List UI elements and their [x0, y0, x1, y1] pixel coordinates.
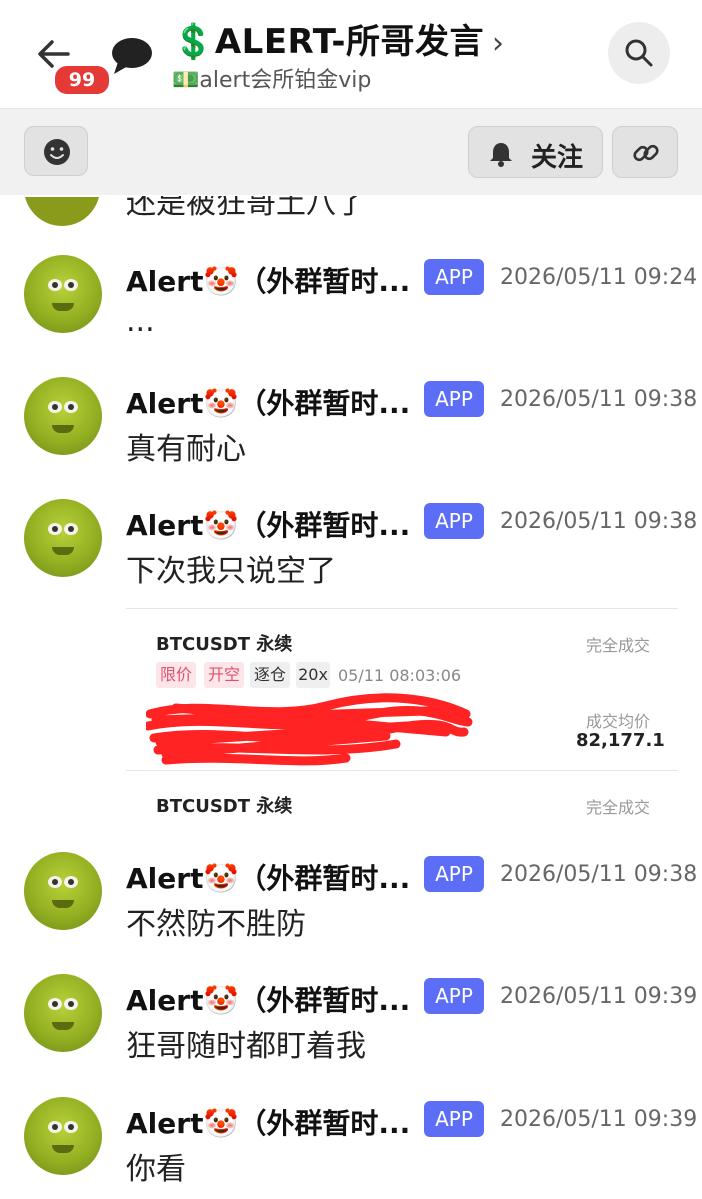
message-text: 狂哥随时都盯着我: [126, 1029, 366, 1064]
trade-status: 完全成交: [586, 636, 651, 655]
search-icon: [625, 39, 653, 67]
tag-open-short: 开空: [204, 662, 244, 688]
chat-title-text: 💲ALERT-所哥发言: [172, 22, 484, 62]
chat-bubble-icon[interactable]: [110, 36, 154, 76]
app-badge: APP: [424, 381, 484, 417]
message-timestamp: 2026/05/11 09:38: [500, 509, 698, 534]
message-timestamp: 2026/05/11 09:38: [500, 387, 698, 412]
emoji-button[interactable]: [24, 126, 88, 176]
message-timestamp: 2026/05/11 09:24: [500, 265, 698, 290]
chevron-right-icon: ›: [492, 26, 505, 61]
sender-name[interactable]: Alert🤡（外群暂时...: [126, 857, 410, 897]
message-text: 真有耐心: [126, 432, 246, 467]
sender-name[interactable]: Alert🤡（外群暂时...: [126, 504, 410, 544]
app-badge: APP: [424, 503, 484, 539]
avatar[interactable]: [24, 499, 102, 577]
trade-status: 完全成交: [586, 798, 651, 817]
trade-pair: BTCUSDT 永续: [156, 634, 293, 655]
chat-header: 99 💲ALERT-所哥发言 › 💵alert会所铂金vip: [0, 0, 702, 109]
message-timestamp: 2026/05/11 09:39: [500, 1107, 698, 1132]
message-text: 你看: [126, 1152, 186, 1187]
message-text: 下次我只说空了: [126, 554, 336, 589]
share-link-button[interactable]: [612, 126, 678, 178]
search-button[interactable]: [608, 22, 670, 84]
sender-name[interactable]: Alert🤡（外群暂时...: [126, 1102, 410, 1142]
trade-datetime: 05/11 08:03:06: [338, 666, 462, 685]
avatar[interactable]: [24, 255, 102, 333]
avatar[interactable]: [24, 852, 102, 930]
sender-name[interactable]: Alert🤡（外群暂时...: [126, 260, 410, 300]
bell-icon: [490, 143, 512, 167]
message-text: ...: [126, 304, 155, 339]
trade-pair: BTCUSDT 永续: [156, 796, 293, 817]
avatar[interactable]: [24, 1097, 102, 1175]
redaction-scribble: [146, 693, 473, 766]
avg-price-value: 82,177.1: [576, 730, 665, 751]
divider: [126, 608, 678, 609]
tag-isolated: 逐仓: [250, 662, 290, 688]
app-badge: APP: [424, 1101, 484, 1137]
chat-toolbar: 关注: [0, 109, 702, 195]
tag-limit: 限价: [156, 662, 196, 688]
message-timestamp: 2026/05/11 09:39: [500, 984, 698, 1009]
tag-leverage: 20x: [296, 662, 330, 688]
unread-count-badge: 99: [53, 64, 111, 96]
avatar[interactable]: [24, 377, 102, 455]
divider: [126, 770, 678, 771]
app-badge: APP: [424, 856, 484, 892]
sender-name[interactable]: Alert🤡（外群暂时...: [126, 382, 410, 422]
follow-button[interactable]: 关注: [468, 126, 603, 178]
message-text: 不然防不胜防: [126, 907, 306, 942]
chat-title[interactable]: 💲ALERT-所哥发言 ›: [172, 14, 505, 63]
message-timestamp: 2026/05/11 09:38: [500, 862, 698, 887]
avatar[interactable]: [24, 974, 102, 1052]
link-icon: [633, 144, 659, 162]
chat-subtitle: 💵alert会所铂金vip: [172, 68, 372, 93]
app-badge: APP: [424, 259, 484, 295]
avg-price-label: 成交均价: [586, 712, 651, 731]
follow-label: 关注: [531, 143, 584, 173]
sender-name[interactable]: Alert🤡（外群暂时...: [126, 979, 410, 1019]
app-badge: APP: [424, 978, 484, 1014]
smiley-icon: [44, 139, 70, 165]
attached-image[interactable]: BTCUSDT 永续 完全成交 限价 开空 逐仓 20x 05/11 08:03…: [126, 592, 678, 828]
